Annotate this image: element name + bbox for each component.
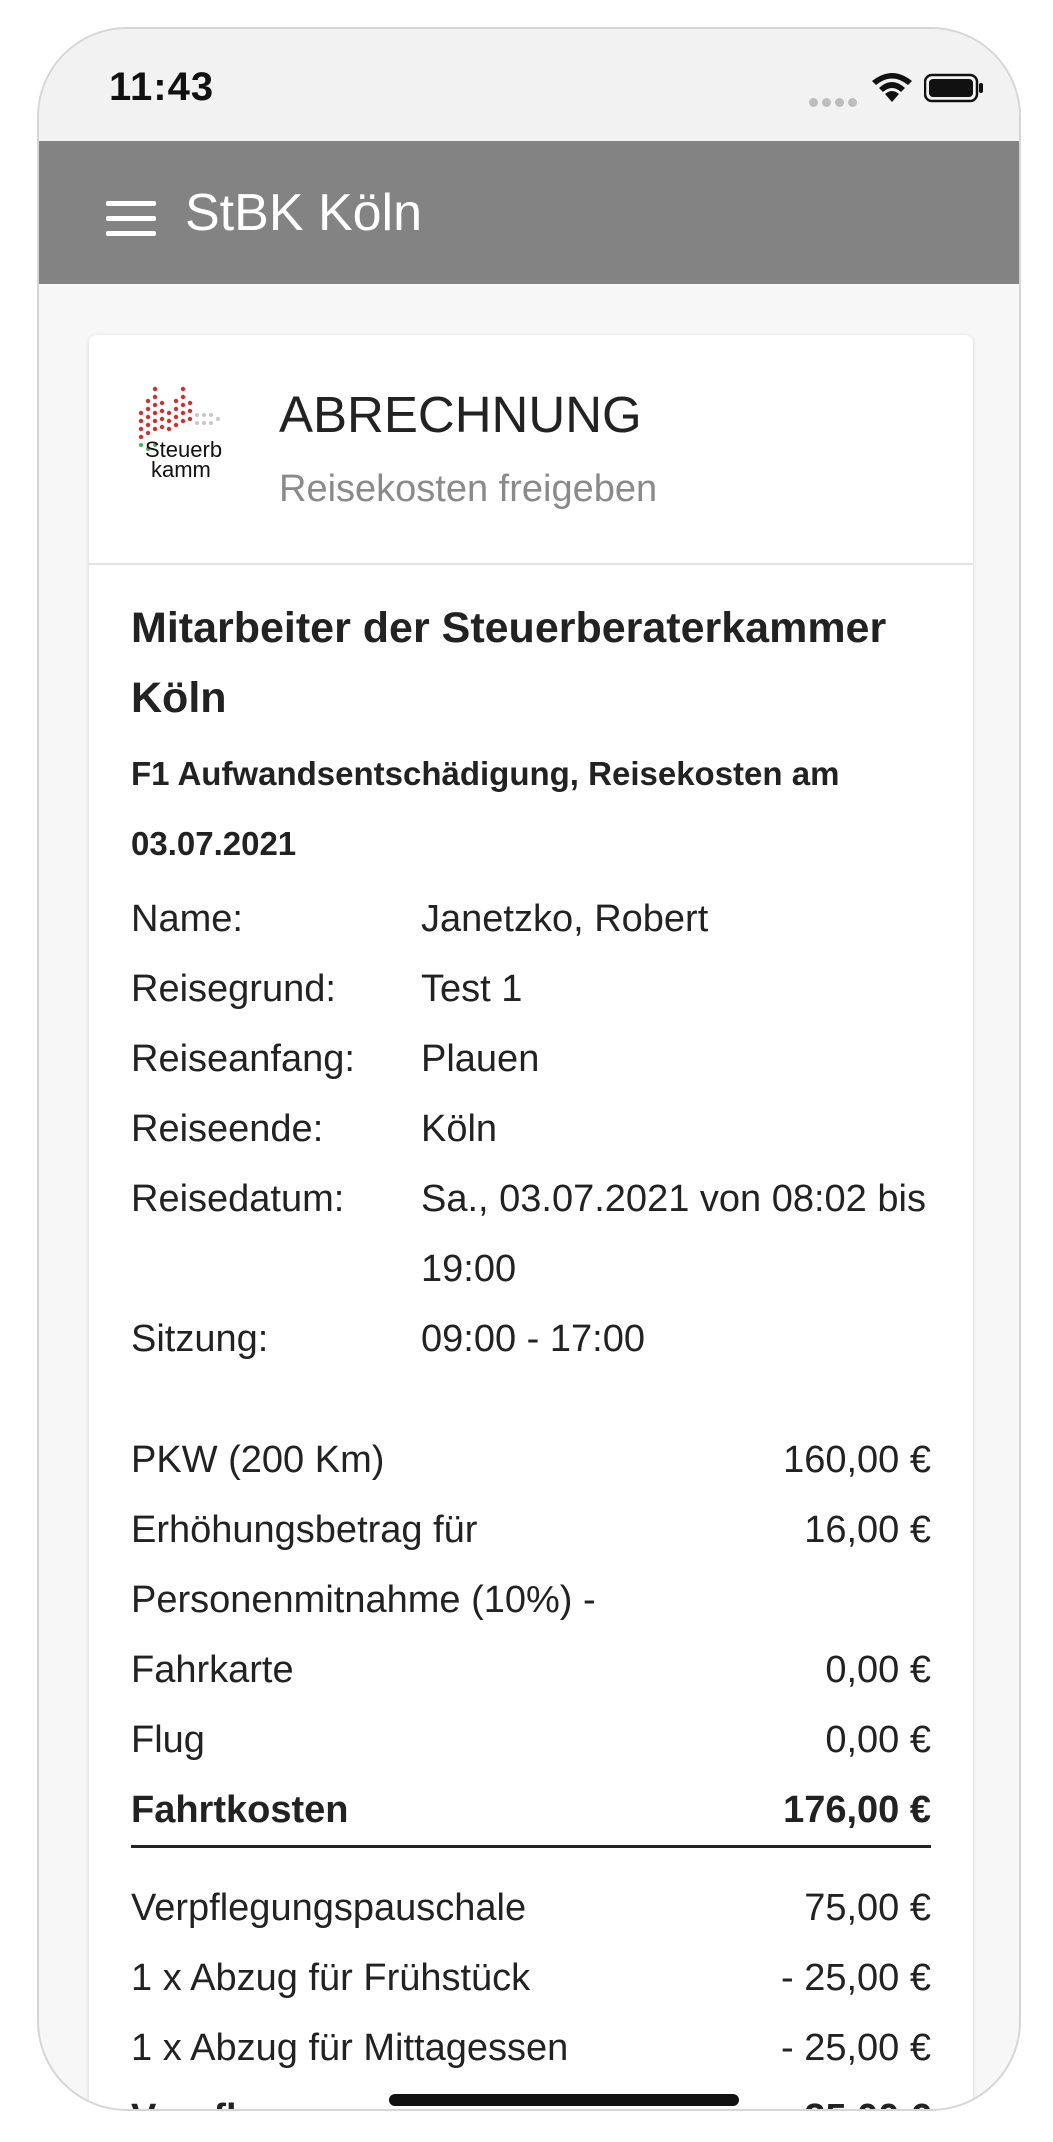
info-label: Name:	[131, 898, 243, 940]
travel-info-table: Name: Janetzko, Robert Reisegrund: Test …	[131, 884, 931, 1374]
info-value: 09:00 - 17:00	[421, 1318, 645, 1360]
cellular-signal-icon	[809, 94, 861, 112]
cost-row: 1 x Abzug für Frühstück - 25,00 €	[131, 1943, 931, 2013]
info-row: Reisegrund: Test 1	[131, 954, 931, 1024]
billing-card: Steuerb kamm ABRECHNUNG Reisekosten frei…	[89, 335, 973, 2109]
cost-label: 1 x Abzug für Frühstück	[131, 1957, 531, 1999]
employee-group-title: Mitarbeiter der Steuerberaterkammer Köln	[131, 604, 887, 722]
cost-amount: 0,00 €	[825, 1719, 931, 1761]
cost-total-amount: 176,00 €	[783, 1789, 931, 1831]
cost-amount: 75,00 €	[804, 1887, 931, 1929]
card-header: Steuerb kamm ABRECHNUNG Reisekosten frei…	[89, 335, 973, 565]
info-row: Sitzung: 09:00 - 17:00	[131, 1304, 931, 1374]
info-label: Reiseanfang:	[131, 1038, 355, 1080]
cost-label: Erhöhungsbetrag für Personenmitnahme (10…	[131, 1509, 596, 1621]
expense-type-title: F1 Aufwandsentschädigung, Reisekosten am…	[131, 755, 840, 862]
cost-amount: 160,00 €	[783, 1439, 931, 1481]
cost-row: Flug 0,00 €	[131, 1705, 931, 1775]
cost-label: PKW (200 Km)	[131, 1439, 385, 1481]
card-title: ABRECHNUNG	[279, 386, 642, 443]
info-row: Reiseende: Köln	[131, 1094, 931, 1164]
status-bar: 11:43	[39, 29, 1019, 141]
hamburger-menu-icon[interactable]	[106, 201, 156, 237]
phone-frame: 11:43 StBK Köln Steuerb kamm ABRECHNUNG …	[37, 27, 1021, 2111]
cost-row: Erhöhungsbetrag für Personenmitnahme (10…	[131, 1495, 931, 1635]
battery-icon	[924, 73, 983, 103]
cost-row: PKW (200 Km) 160,00 €	[131, 1425, 931, 1495]
info-label: Reiseende:	[131, 1108, 324, 1150]
steuerberaterkammer-logo-icon: Steuerb kamm	[138, 386, 222, 481]
card-subtitle: Reisekosten freigeben	[279, 468, 658, 510]
info-row: Name: Janetzko, Robert	[131, 884, 931, 954]
info-label: Reisedatum:	[131, 1178, 345, 1220]
info-value: Test 1	[421, 968, 523, 1010]
cost-row: Fahrkarte 0,00 €	[131, 1635, 931, 1705]
info-value: Köln	[421, 1108, 498, 1150]
cost-amount: 16,00 €	[804, 1509, 931, 1551]
cost-total-label: Fahrtkosten	[131, 1789, 349, 1831]
wifi-icon	[872, 73, 912, 102]
cost-row: Verpflegungspauschale 75,00 €	[131, 1873, 931, 1943]
cost-label: Verpflegungspauschale	[131, 1887, 527, 1929]
svg-text:kamm: kamm	[151, 457, 211, 481]
app-title: StBK Köln	[185, 184, 423, 242]
cost-label: Fahrkarte	[131, 1649, 294, 1691]
info-value: Sa., 03.07.2021 von 08:02 bis 19:00	[421, 1178, 926, 1290]
cost-label: 1 x Abzug für Mittagessen	[131, 2027, 569, 2069]
cost-total-amount: 25,00 €	[804, 2083, 931, 2109]
info-label: Reisegrund:	[131, 968, 336, 1010]
status-time: 11:43	[109, 65, 215, 109]
cost-label: Flug	[131, 1719, 205, 1761]
info-row: Reisedatum: Sa., 03.07.2021 von 08:02 bi…	[131, 1164, 931, 1304]
home-indicator[interactable]	[389, 2094, 739, 2106]
info-row: Reiseanfang: Plauen	[131, 1024, 931, 1094]
cost-breakdown-table: PKW (200 Km) 160,00 € Erhöhungsbetrag fü…	[131, 1425, 931, 2109]
cost-amount: - 25,00 €	[781, 1957, 931, 1999]
cost-amount: 0,00 €	[825, 1649, 931, 1691]
cost-row: 1 x Abzug für Mittagessen - 25,00 €	[131, 2013, 931, 2083]
info-value: Janetzko, Robert	[421, 898, 709, 940]
info-value: Plauen	[421, 1038, 540, 1080]
info-label: Sitzung:	[131, 1318, 269, 1360]
cost-amount: - 25,00 €	[781, 2027, 931, 2069]
travel-total-row: Fahrtkosten 176,00 €	[131, 1775, 931, 1848]
